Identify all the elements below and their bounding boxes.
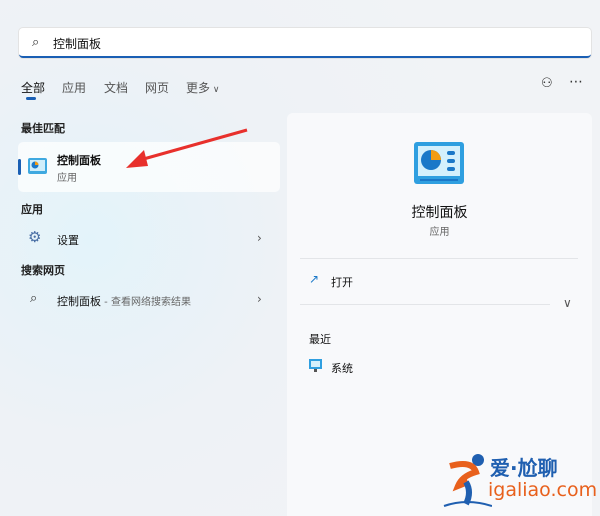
search-icon: ⌕ <box>30 291 38 306</box>
selection-bar <box>18 159 21 175</box>
best-match-title: 控制面板 <box>57 154 101 167</box>
watermark-cn: 爱·尬聊 <box>490 456 558 480</box>
search-web-heading: 搜索网页 <box>21 264 65 277</box>
tab-apps[interactable]: 应用 <box>62 79 86 96</box>
open-action[interactable]: ↗ 打开 <box>300 269 578 293</box>
tab-more-label: 更多 <box>186 81 211 95</box>
recent-label: 系统 <box>331 362 353 375</box>
tab-web[interactable]: 网页 <box>145 79 169 96</box>
system-monitor-icon <box>309 359 322 372</box>
recent-item-system[interactable]: 系统 <box>300 356 578 378</box>
best-match-heading: 最佳匹配 <box>21 122 65 135</box>
watermark-logo: 爱·尬聊 igaliao.com <box>442 452 597 508</box>
expand-chevron-icon[interactable]: ∨ <box>563 296 572 310</box>
control-panel-icon <box>28 158 47 174</box>
search-input[interactable]: 控制面板 <box>53 35 101 52</box>
recent-heading: 最近 <box>309 333 331 346</box>
divider <box>300 258 578 259</box>
tab-more[interactable]: 更多 ∨ <box>186 79 219 96</box>
search-box[interactable]: ⌕ 控制面板 <box>19 28 591 58</box>
web-query: 控制面板 <box>57 295 101 308</box>
chevron-down-icon: ∨ <box>210 85 220 95</box>
apps-heading: 应用 <box>21 203 43 216</box>
share-icon[interactable]: ⚇ <box>541 76 553 91</box>
detail-subtitle: 应用 <box>429 227 450 238</box>
open-label: 打开 <box>331 276 353 289</box>
tab-indicator <box>26 97 36 100</box>
best-match-subtitle: 应用 <box>57 173 77 184</box>
web-search-item[interactable]: ⌕ 控制面板 - 查看网络搜索结果 › <box>18 287 280 313</box>
settings-gear-icon: ⚙ <box>28 228 42 246</box>
tab-documents[interactable]: 文档 <box>104 79 128 96</box>
runner-logo-icon <box>443 454 492 507</box>
control-panel-large-icon <box>414 142 464 184</box>
divider <box>300 304 550 305</box>
app-item-settings[interactable]: ⚙ 设置 › <box>18 226 280 252</box>
watermark-url: igaliao.com <box>488 479 598 501</box>
chevron-right-icon: › <box>257 292 262 306</box>
detail-title: 控制面板 <box>411 205 468 221</box>
red-arrow-annotation <box>126 128 248 168</box>
more-options-icon[interactable]: ⋯ <box>569 74 583 90</box>
open-external-icon: ↗ <box>309 272 320 286</box>
web-suffix: - 查看网络搜索结果 <box>101 297 191 308</box>
tab-all[interactable]: 全部 <box>21 79 45 96</box>
search-icon: ⌕ <box>32 35 40 50</box>
settings-label: 设置 <box>57 234 79 247</box>
chevron-right-icon: › <box>257 231 262 245</box>
